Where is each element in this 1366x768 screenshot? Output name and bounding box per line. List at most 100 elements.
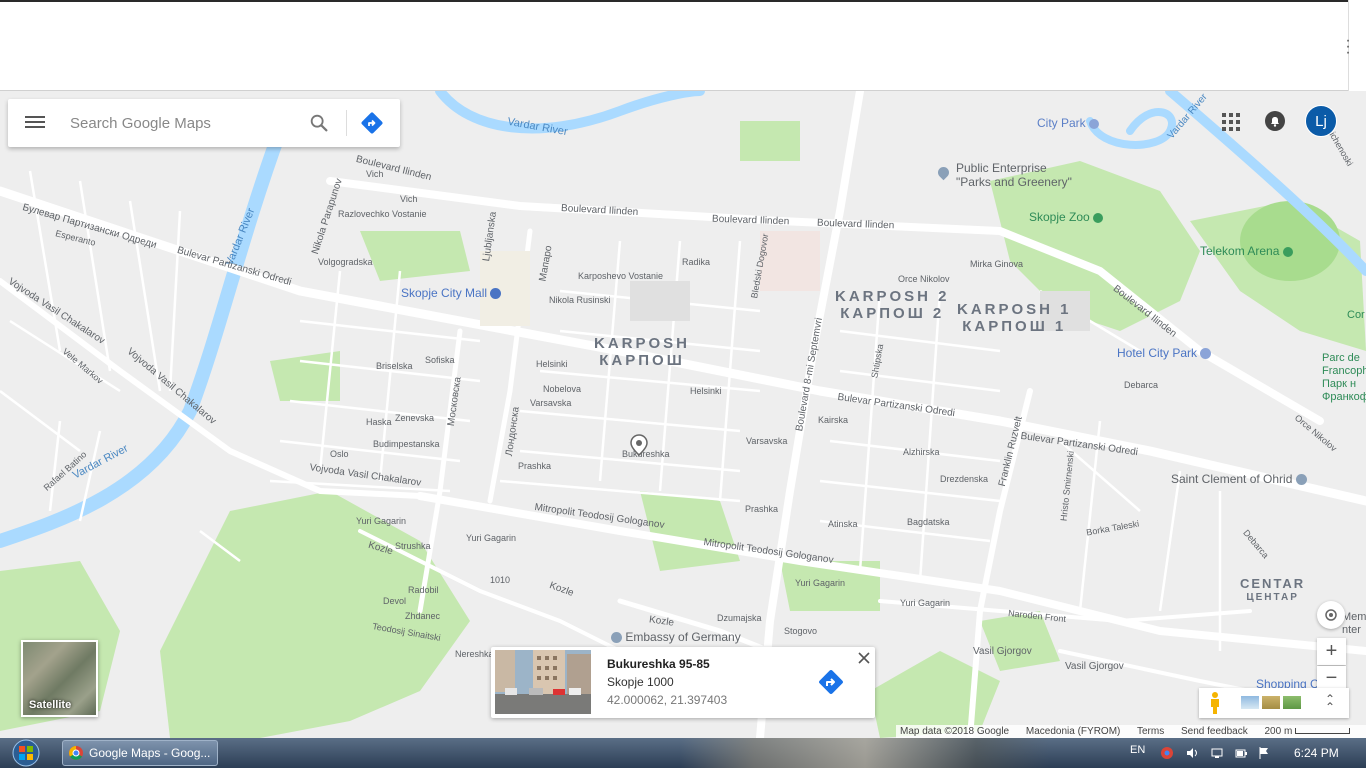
satellite-toggle[interactable]: Satellite [21,640,98,717]
poi-label: Telekom Arena [1200,244,1280,258]
scale-label[interactable]: 200 m [1265,726,1293,737]
church-pin-icon [1295,474,1307,486]
street-label: Yuri Gagarin [356,516,407,526]
district-name-latin: KARPOSH 2 [835,288,950,305]
chrome-tray-icon[interactable] [1160,746,1174,760]
street-label: Debarca [1124,380,1159,390]
terrain-layer-thumb[interactable] [1241,696,1259,709]
system-clock[interactable]: 6:24 PM [1294,746,1339,760]
poi-cor: Cor [1347,309,1365,321]
notifications-bell-icon[interactable] [1264,110,1286,132]
window-edge [0,0,1348,2]
street-label: Mirka Ginova [970,259,1024,269]
map-attribution: Map data ©2018 Google Macedonia (FYROM) … [896,725,1366,738]
browser-menu-icon[interactable]: · · · [1342,33,1354,61]
chevron-up-icon[interactable]: ⌃ ⌃ [1323,693,1337,713]
district-name-cyrillic: ЦЕНТАР [1246,592,1299,603]
street-label: Vasil Gjorgov [1065,661,1124,672]
street-label: Yuri Gagarin [900,598,951,608]
place-coordinates: 42.000062, 21.397403 [607,693,728,707]
street-label: Nobelova [543,384,582,394]
poi-city-park[interactable]: City Park [1037,116,1100,130]
poi-label: Hotel City Park [1117,346,1198,360]
street-label: Drezdenska [940,474,989,484]
street-view-photo[interactable] [495,650,591,714]
battery-icon[interactable] [1234,746,1248,760]
district-label-karposh-1: KARPOSH 1 КАРПОШ 1 [957,301,1072,335]
hamburger-menu-icon[interactable] [24,113,46,133]
apps-grid-icon[interactable] [1220,111,1242,133]
satellite-label: Satellite [29,699,72,711]
pegman-icon[interactable] [1208,691,1222,715]
street-label: Bagdatska [907,517,950,527]
place-directions-icon[interactable] [816,667,846,697]
bike-layer-thumb[interactable] [1283,696,1301,709]
map-canvas[interactable]: KARPOSH КАРПОШ KARPOSH 2 КАРПОШ 2 KARPOS… [0,91,1366,738]
search-divider [346,110,347,136]
search-input[interactable] [70,111,300,135]
poi-label: Saint Clement of Ohrid [1171,472,1293,486]
dropped-pin-icon[interactable] [630,434,648,456]
send-feedback-link[interactable]: Send feedback [1181,726,1248,737]
search-box [8,99,400,147]
street-label: Karposhevo Vostanie [578,271,664,281]
street-label: Nereshka [455,649,494,659]
network-icon[interactable] [1210,746,1224,760]
poi-parks-and-greenery[interactable]: Public Enterprise "Parks and Greenery" [956,161,1072,189]
street-label: Atinska [828,519,858,529]
street-label: Helsinki [690,386,722,396]
street-label: Vich [366,169,384,179]
region-link[interactable]: Macedonia (FYROM) [1026,726,1120,737]
search-icon[interactable] [308,112,330,134]
street-label: Radobil [408,585,439,595]
account-avatar[interactable]: Lj [1305,105,1337,137]
action-center-flag-icon[interactable] [1257,746,1271,760]
my-location-button[interactable] [1317,601,1345,629]
traffic-layer-thumb[interactable] [1262,696,1280,709]
poi-label-line: Memorial [1342,611,1366,623]
street-label: Varsavska [746,436,788,446]
map-data-text: Map data ©2018 Google [900,726,1010,737]
poi-label: City Park [1037,116,1086,130]
street-label: Razlovechko Vostanie [338,209,427,219]
poi-label-line: Парк н [1322,378,1357,390]
language-indicator[interactable]: EN [1130,744,1145,756]
scale-bar [1295,728,1351,735]
windows-start-icon[interactable] [6,739,46,767]
poi-parc-francophonie[interactable]: Parc de Francoph Парк н Франкофо [1322,352,1366,404]
street-label: Zhdanec [405,611,441,621]
poi-saint-clement[interactable]: Saint Clement of Ohrid [1171,472,1307,486]
district-name-cyrillic: КАРПОШ [599,352,685,369]
poi-label: Skopje Zoo [1029,210,1090,224]
poi-skopje-city-mall[interactable]: Skopje City Mall [401,286,502,300]
poi-embassy-of-germany[interactable]: Embassy of Germany [611,630,741,644]
street-label: Budimpestanska [373,439,440,449]
shopping-pin-icon [490,288,502,300]
street-label: Vasil Gjorgov [973,646,1032,657]
district-name-cyrillic: КАРПОШ 1 [962,318,1067,335]
district-label-karposh: KARPOSH КАРПОШ [594,335,690,369]
my-location-icon [1325,609,1337,621]
poi-skopje-zoo[interactable]: Skopje Zoo [1029,210,1104,224]
taskbar-chrome-window[interactable]: Google Maps - Goog... [62,740,218,766]
street-label: Sofiska [425,355,455,365]
street-label: 1010 [490,575,511,585]
terms-link[interactable]: Terms [1137,726,1164,737]
poi-label-line: Parc de [1322,352,1360,364]
poi-telekom-arena[interactable]: Telekom Arena [1200,244,1293,258]
poi-hotel-city-park[interactable]: Hotel City Park [1117,346,1212,360]
street-label: Dzumajska [717,613,762,623]
directions-icon[interactable] [360,111,384,135]
close-icon[interactable] [857,651,871,665]
poi-label-line: Public Enterprise [956,161,1047,175]
poi-label: Embassy of Germany [625,630,741,644]
street-label: Helsinki [536,359,568,369]
street-label: Orce Nikolov [898,274,950,284]
zoom-in-button[interactable]: + [1317,638,1346,665]
taskbar: Google Maps - Goog... EN 6:24 PM [0,738,1366,768]
volume-icon[interactable] [1185,746,1199,760]
poi-memorial: Memorial nter [1342,611,1366,637]
district-label-karposh-2: KARPOSH 2 КАРПОШ 2 [835,288,950,322]
chrome-icon [69,746,83,760]
district-name-latin: KARPOSH 1 [957,301,1072,318]
